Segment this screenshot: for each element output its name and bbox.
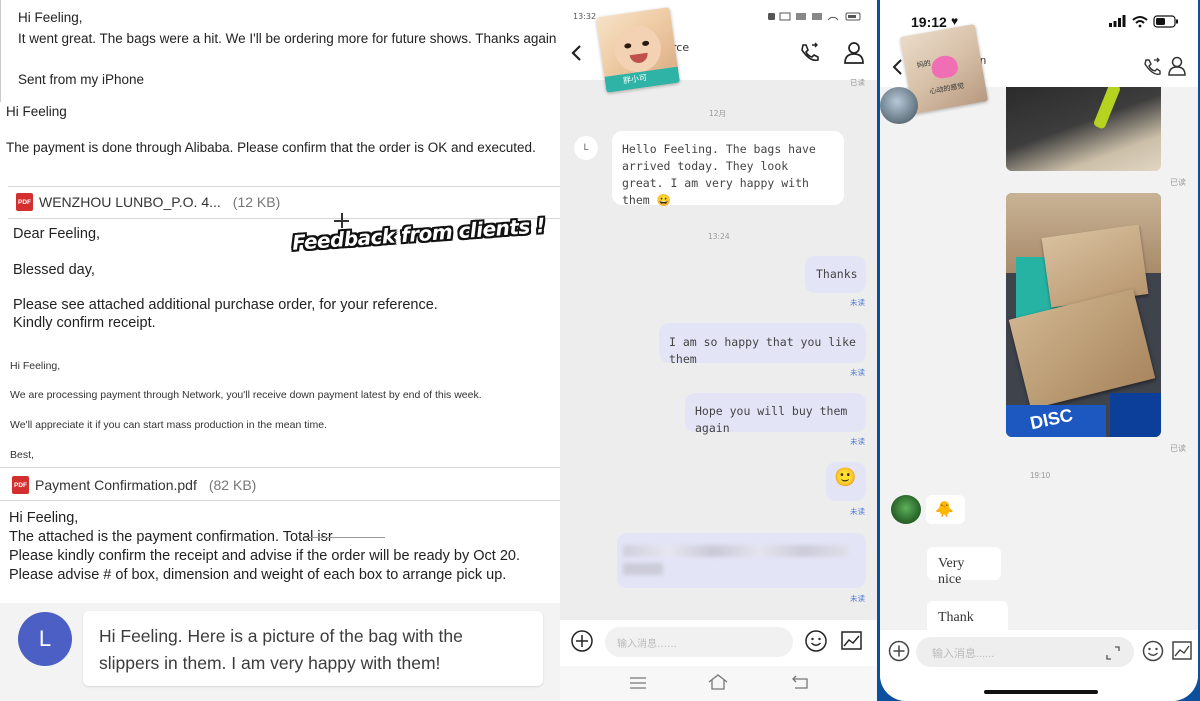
back-arrow-icon[interactable] bbox=[891, 58, 903, 76]
attachment-payment[interactable]: PDF Payment Confirmation.pdf (82 KB) bbox=[12, 476, 256, 494]
avatar[interactable] bbox=[880, 87, 918, 124]
pdf-icon: PDF bbox=[12, 476, 29, 494]
chat-message-bubble: Hi Feeling. Here is a picture of the bag… bbox=[83, 611, 543, 686]
email-feedback-panel: Hi Feeling, It went great. The bags were… bbox=[0, 0, 560, 701]
read-receipt: 已读 bbox=[850, 78, 865, 87]
email-3-line3: Please see attached additional purchase … bbox=[13, 297, 438, 313]
email-3-line2: Blessed day, bbox=[13, 262, 95, 278]
signal-wifi-battery-icons bbox=[1109, 15, 1178, 28]
email-3-line4: Kindly confirm receipt. bbox=[13, 315, 156, 331]
attachment-payment-name: Payment Confirmation.pdf bbox=[35, 477, 197, 493]
email-4: Hi Feeling, We are processing payment th… bbox=[0, 357, 560, 465]
email-2-body: The payment is done through Alibaba. Ple… bbox=[6, 140, 536, 155]
contact-profile-icon[interactable] bbox=[1168, 56, 1186, 76]
crosshair-cursor-icon bbox=[334, 213, 349, 228]
image-picker-icon[interactable] bbox=[841, 631, 862, 650]
email-5: Hi Feeling, The attached is the payment … bbox=[0, 508, 560, 598]
iphone-chat-screen: 19:12 ♥ n 妈的 心动的感觉 已读 DISC 已读 19:10 🐥 Ve… bbox=[880, 0, 1198, 701]
read-receipt: 已读 bbox=[1170, 178, 1186, 187]
bag-photo[interactable] bbox=[1006, 87, 1161, 171]
attachment-po[interactable]: PDF WENZHOU LUNBO_P.O. 4... (12 KB) bbox=[16, 193, 280, 211]
email-2-greeting: Hi Feeling bbox=[6, 104, 67, 119]
baby-photo-sticker: 胖小可 bbox=[596, 7, 680, 93]
time-separator: 13:24 bbox=[708, 232, 730, 241]
home-icon[interactable] bbox=[708, 674, 728, 690]
status-icons bbox=[768, 12, 861, 21]
date-separator: 12月 bbox=[709, 109, 727, 118]
attachment-payment-size: (82 KB) bbox=[208, 477, 257, 493]
image-picker-icon[interactable] bbox=[1172, 641, 1192, 660]
plus-icon[interactable] bbox=[888, 640, 910, 662]
phone-call-icon[interactable] bbox=[1142, 57, 1162, 77]
email-4-line3: Best, bbox=[10, 449, 34, 461]
android-chat-screen: 13:32 rce 已读 胖小可 12月 L Hello Feeling. Th… bbox=[560, 0, 877, 701]
message-very-nice: Very nice bbox=[927, 547, 1001, 587]
chat-input-bar: 输入消息...... bbox=[880, 630, 1198, 701]
outgoing-message-blurred bbox=[617, 533, 866, 588]
unread-status: 未读 bbox=[850, 507, 865, 516]
attachment-po-name: WENZHOU LUNBO_P.O. 4... bbox=[39, 194, 221, 210]
email-5-line2: Please kindly confirm the receipt and ad… bbox=[9, 548, 520, 564]
email-2: Hi Feeling The payment is done through A… bbox=[0, 102, 560, 166]
plus-icon[interactable] bbox=[571, 630, 593, 652]
unread-status: 未读 bbox=[850, 594, 865, 603]
emoji-icon[interactable] bbox=[1142, 640, 1164, 662]
email-1-greeting: Hi Feeling, bbox=[18, 10, 83, 25]
email-5-line1: The attached is the payment confirmation… bbox=[9, 529, 333, 545]
outgoing-message-happy: I am so happy that you like them bbox=[659, 323, 866, 366]
email-1-body: It went great. The bags were a hit. We I… bbox=[18, 31, 557, 46]
divider bbox=[8, 186, 560, 187]
email-5-greeting: Hi Feeling, bbox=[9, 510, 79, 526]
avatar[interactable] bbox=[891, 495, 921, 524]
status-time: 13:32 bbox=[573, 12, 597, 21]
message-input[interactable]: 输入消息…… bbox=[605, 627, 793, 657]
pdf-icon: PDF bbox=[16, 193, 33, 211]
home-indicator[interactable] bbox=[984, 690, 1098, 694]
chat-message-card: L Hi Feeling. Here is a picture of the b… bbox=[0, 603, 560, 701]
sticker-message: 🐥 bbox=[926, 495, 965, 524]
attachment-po-size: (12 KB) bbox=[232, 194, 281, 210]
phone-call-icon[interactable] bbox=[798, 42, 820, 64]
redaction-line bbox=[305, 537, 385, 538]
heart-icon: ♥ bbox=[951, 14, 959, 28]
chat-input-bar: 输入消息…… bbox=[560, 620, 877, 701]
expand-icon[interactable] bbox=[1106, 646, 1120, 660]
boxes-photo[interactable]: DISC bbox=[1006, 193, 1161, 437]
unread-status: 未读 bbox=[850, 368, 865, 377]
outgoing-message-thanks: Thanks bbox=[805, 256, 866, 293]
email-1-signature: Sent from my iPhone bbox=[18, 72, 145, 87]
status-time: 19:12 bbox=[911, 14, 947, 30]
read-receipt: 已读 bbox=[1170, 444, 1186, 453]
message-input[interactable]: 输入消息...... bbox=[916, 637, 1134, 667]
avatar: L bbox=[18, 612, 72, 666]
email-4-line2: We'll appreciate it if you can start mas… bbox=[10, 419, 327, 431]
back-nav-icon[interactable] bbox=[792, 675, 808, 689]
heart-icon bbox=[929, 53, 960, 80]
emoji-icon[interactable] bbox=[805, 630, 827, 652]
unread-status: 未读 bbox=[850, 298, 865, 307]
outgoing-emoji: 🙂 bbox=[826, 462, 866, 501]
email-4-greeting: Hi Feeling, bbox=[10, 360, 61, 372]
outgoing-message-hope: Hope you will buy them again bbox=[685, 393, 866, 435]
sticker-caption: 妈的 bbox=[916, 59, 932, 70]
menu-icon[interactable] bbox=[630, 677, 646, 689]
incoming-message: Hello Feeling. The bags have arrived tod… bbox=[612, 131, 844, 207]
divider bbox=[0, 500, 560, 501]
email-1: Hi Feeling, It went great. The bags were… bbox=[0, 0, 560, 102]
avatar[interactable]: L bbox=[574, 136, 598, 160]
contact-profile-icon[interactable] bbox=[843, 41, 865, 65]
screenshot-collage: Hi Feeling, It went great. The bags were… bbox=[0, 0, 1200, 701]
android-nav-bar bbox=[560, 666, 877, 701]
back-arrow-icon[interactable] bbox=[570, 44, 582, 62]
email-3-greeting: Dear Feeling, bbox=[13, 226, 101, 242]
message-input-placeholder: 输入消息...... bbox=[932, 648, 995, 660]
email-4-line1: We are processing payment through Networ… bbox=[10, 389, 482, 401]
unread-status: 未读 bbox=[850, 437, 865, 446]
time-separator: 19:10 bbox=[1030, 471, 1051, 480]
email-5-line3: Please advise # of box, dimension and we… bbox=[9, 567, 507, 583]
sticker-caption: 心动的感觉 bbox=[929, 81, 965, 96]
divider bbox=[0, 467, 560, 468]
iphone-chat-frame: 19:12 ♥ n 妈的 心动的感觉 已读 DISC 已读 19:10 🐥 Ve… bbox=[877, 0, 1200, 701]
